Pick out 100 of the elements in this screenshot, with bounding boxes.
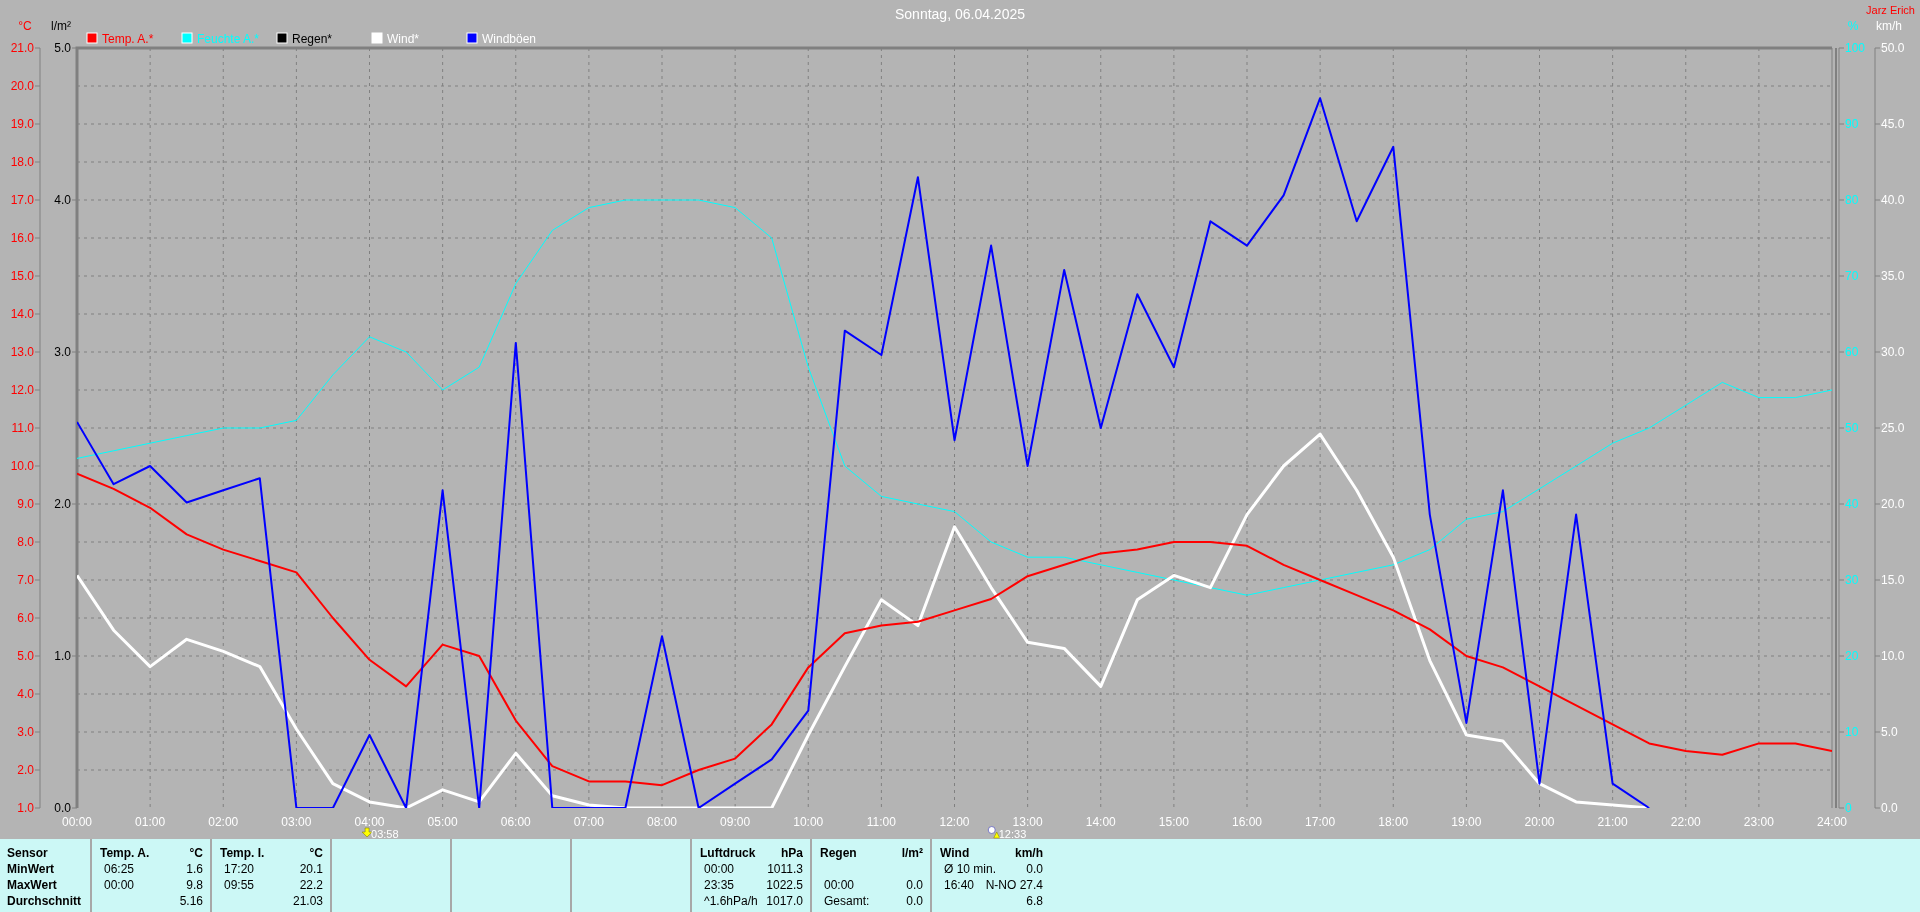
axis-tick-label: 10	[1845, 725, 1859, 739]
annotation-label: 03:58	[371, 828, 399, 839]
cell-value: N-NO 27.4	[985, 877, 1043, 893]
axis-tick-label: 3.0	[54, 345, 71, 359]
time-label: 08:00	[647, 815, 677, 829]
row-label: MinWert	[7, 861, 56, 877]
axis-tick-label: 20.0	[1881, 497, 1905, 511]
axis-tick-label: 16.0	[10, 231, 34, 245]
axis-tick-label: 50.0	[1881, 41, 1905, 55]
cell-value: 1017.0	[766, 893, 803, 909]
axis-tick-label: 4.0	[54, 193, 71, 207]
axis-tick-label: 13.0	[10, 345, 34, 359]
cell-value: 1022.5	[766, 877, 803, 893]
cell-label: 09:55	[223, 877, 255, 893]
time-label: 14:00	[1085, 815, 1116, 829]
time-label: 03:00	[281, 815, 312, 829]
unit-label: °C	[309, 845, 323, 861]
arrow-icon	[361, 827, 373, 838]
time-label: 00:00	[62, 815, 92, 829]
axis-tick-label: 14.0	[10, 307, 34, 321]
cell-label: 00:00	[103, 877, 135, 893]
axis-tick-label: 9.0	[17, 497, 34, 511]
axis-tick-label: 19.0	[10, 117, 34, 131]
cell-label: 06:25	[103, 861, 135, 877]
time-label: 13:00	[1012, 815, 1043, 829]
cell-label: 23:35	[703, 877, 735, 893]
time-label: 17:00	[1305, 815, 1336, 829]
axis-tick-label: 100	[1845, 41, 1866, 55]
axis-tick-label: 5.0	[1881, 725, 1898, 739]
axis-tick-label: 80	[1845, 193, 1859, 207]
axis-unit-label: °C	[18, 19, 32, 33]
time-label: 24:00	[1817, 815, 1847, 829]
axis-tick-label: 90	[1845, 117, 1859, 131]
time-label: 20:00	[1524, 815, 1555, 829]
cell-value: 0.0	[1026, 861, 1043, 877]
chart-title: Sonntag, 06.04.2025	[895, 6, 1025, 22]
axis-tick-label: 40	[1845, 497, 1859, 511]
row-label: MaxWert	[7, 877, 58, 893]
cell-label: Ø 10 min.	[943, 861, 997, 877]
column-title: Regen	[820, 845, 857, 861]
cell-value: 6.8	[1026, 893, 1043, 909]
axis-unit-label: %	[1847, 19, 1859, 33]
time-label: 16:00	[1232, 815, 1262, 829]
legend-label: Temp. A.*	[102, 32, 154, 46]
axis-tick-label: 30	[1845, 573, 1859, 587]
axis-tick-label: 50	[1845, 421, 1859, 435]
time-label: 15:00	[1158, 815, 1189, 829]
column-title: Luftdruck	[700, 845, 756, 861]
cell-value: 20.1	[299, 861, 323, 877]
axis-tick-label: 0.0	[1881, 801, 1898, 815]
time-label: 05:00	[427, 815, 458, 829]
axis-tick-label: 10.0	[1881, 649, 1905, 663]
time-label: 22:00	[1670, 815, 1701, 829]
time-label: 06:00	[500, 815, 531, 829]
legend-label: Windböen	[482, 32, 537, 46]
cell-label: 00:00	[703, 861, 735, 877]
time-label: 07:00	[573, 815, 604, 829]
cell-value: 0.0	[906, 893, 923, 909]
axis-tick-label: 70	[1845, 269, 1859, 283]
axis-tick-label: 8.0	[17, 535, 34, 549]
time-label: 10:00	[793, 815, 824, 829]
column-title: Temp. A.	[100, 845, 150, 861]
axis-tick-label: 10.0	[10, 459, 34, 473]
time-label: 21:00	[1597, 815, 1628, 829]
cell-label: 17:20	[223, 861, 255, 877]
author-label: Jarz Erich	[1866, 4, 1915, 16]
time-label: 01:00	[135, 815, 166, 829]
cell-value: 1011.3	[767, 861, 803, 877]
axis-tick-label: 18.0	[10, 155, 34, 169]
unit-label: hPa	[781, 845, 803, 861]
sun-arrow-icon	[987, 826, 1000, 839]
cell-value: 5.16	[179, 893, 203, 909]
cell-label: 00:00	[823, 877, 855, 893]
axis-tick-label: 30.0	[1881, 345, 1905, 359]
cell-value: 22.2	[299, 877, 323, 893]
axis-tick-label: 2.0	[54, 497, 71, 511]
legend-label: Regen*	[292, 32, 333, 46]
legend-label: Wind*	[387, 32, 419, 46]
axis-tick-label: 20	[1845, 649, 1859, 663]
unit-label: °C	[189, 845, 203, 861]
axis-tick-label: 0	[1845, 801, 1852, 815]
time-label: 04:00	[354, 815, 385, 829]
cell-value: 0.0	[906, 877, 923, 893]
axis-tick-label: 17.0	[10, 193, 34, 207]
time-label: 11:00	[866, 815, 896, 829]
axis-tick-label: 7.0	[17, 573, 34, 587]
axis-tick-label: 25.0	[1881, 421, 1905, 435]
axis-tick-label: 12.0	[10, 383, 34, 397]
axis-tick-label: 1.0	[17, 801, 34, 815]
axis-tick-label: 15.0	[10, 269, 34, 283]
axis-tick-label: 1.0	[54, 649, 71, 663]
axis-tick-label: 45.0	[1881, 117, 1905, 131]
time-label: 23:00	[1743, 815, 1774, 829]
cell-value: 21.03	[292, 893, 323, 909]
axis-tick-label: 15.0	[1881, 573, 1905, 587]
axis-tick-label: 6.0	[17, 611, 34, 625]
axis-unit-label: km/h	[1876, 19, 1902, 33]
axis-tick-label: 0.0	[54, 801, 71, 815]
cell-label: 16:40	[943, 877, 975, 893]
axis-tick-label: 4.0	[17, 687, 34, 701]
